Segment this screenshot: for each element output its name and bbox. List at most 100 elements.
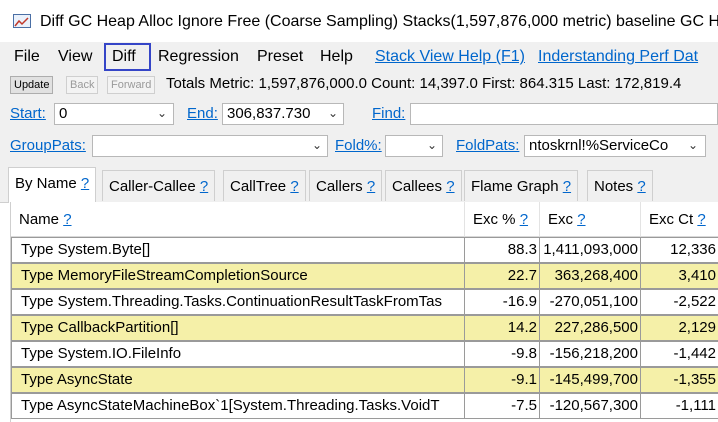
column-header-exc[interactable]: Exc ? — [540, 202, 641, 237]
help-link[interactable]: ? — [697, 211, 705, 228]
foldpats-dropdown-icon[interactable]: ⌄ — [688, 138, 698, 152]
back-button[interactable]: Back — [66, 76, 99, 94]
tab-calltree[interactable]: CallTree ? — [223, 170, 306, 201]
start-dropdown-icon[interactable]: ⌄ — [157, 106, 167, 120]
table-row[interactable]: Type System.IO.FileInfo -9.8 -156,218,20… — [11, 341, 718, 367]
find-input[interactable] — [410, 103, 718, 125]
cell-exc[interactable]: -270,051,100 — [540, 289, 641, 315]
cell-exc-pct[interactable]: -9.1 — [465, 367, 540, 393]
grid-header: Name ? Exc % ? Exc ? Exc Ct ? — [11, 202, 718, 237]
cell-exc[interactable]: 1,411,093,000 — [540, 237, 641, 263]
grouppats-label[interactable]: GroupPats: — [10, 137, 86, 154]
help-link[interactable]: ? — [563, 178, 571, 195]
window-title: Diff GC Heap Alloc Ignore Free (Coarse S… — [40, 13, 718, 30]
foldpats-input[interactable]: ntoskrnl!%ServiceCo — [524, 135, 706, 157]
cell-name[interactable]: Type System.IO.FileInfo — [11, 341, 465, 367]
understanding-perf-data-link[interactable]: Inderstanding Perf Dat — [538, 48, 698, 66]
cell-name[interactable]: Type System.Byte[] — [11, 237, 465, 263]
start-input[interactable]: 0 — [54, 103, 174, 125]
cell-exc[interactable]: -156,218,200 — [540, 341, 641, 367]
cell-name[interactable]: Type CallbackPartition[] — [11, 315, 465, 341]
foldpats-label[interactable]: FoldPats: — [456, 137, 519, 154]
menu-help[interactable]: Help — [320, 48, 353, 66]
help-link[interactable]: ? — [637, 178, 645, 195]
cell-exc-ct[interactable]: -1,442 — [641, 341, 718, 367]
help-link[interactable]: ? — [81, 175, 89, 192]
help-link[interactable]: ? — [200, 178, 208, 195]
end-input[interactable]: 306,837.730 — [222, 103, 344, 125]
cell-exc[interactable]: -120,567,300 — [540, 393, 641, 419]
menu-preset[interactable]: Preset — [257, 48, 303, 66]
cell-name[interactable]: Type AsyncState — [11, 367, 465, 393]
start-label[interactable]: Start: — [10, 105, 46, 122]
column-label: Exc — [548, 211, 574, 228]
table-row[interactable]: Type CallbackPartition[] 14.2 227,286,50… — [11, 315, 718, 341]
menu-file[interactable]: File — [14, 48, 40, 66]
column-header-name[interactable]: Name ? — [11, 202, 465, 237]
end-dropdown-icon[interactable]: ⌄ — [328, 106, 338, 120]
fold-percent-label[interactable]: Fold%: — [335, 137, 382, 154]
table-row[interactable]: Type System.Threading.Tasks.Continuation… — [11, 289, 718, 315]
table-row[interactable]: Type AsyncState -9.1 -145,499,700 -1,355 — [11, 367, 718, 393]
title-bar: Diff GC Heap Alloc Ignore Free (Coarse S… — [0, 0, 718, 42]
help-link[interactable]: ? — [290, 178, 298, 195]
find-label[interactable]: Find: — [372, 105, 405, 122]
cell-exc-pct[interactable]: 88.3 — [465, 237, 540, 263]
cell-exc-pct[interactable]: -16.9 — [465, 289, 540, 315]
help-link[interactable]: ? — [577, 211, 585, 228]
tab-callees[interactable]: Callees ? — [385, 170, 462, 201]
column-header-exc-ct[interactable]: Exc Ct ? — [641, 202, 718, 237]
cell-name[interactable]: Type AsyncStateMachineBox`1[System.Threa… — [11, 393, 465, 419]
menu-regression[interactable]: Regression — [158, 48, 239, 66]
cell-exc-ct[interactable]: -1,111 — [641, 393, 718, 419]
table-row[interactable]: Type AsyncStateMachineBox`1[System.Threa… — [11, 393, 718, 419]
cell-exc-ct[interactable]: 2,129 — [641, 315, 718, 341]
tab-label: Callers — [316, 178, 363, 195]
forward-button[interactable]: Forward — [107, 76, 156, 94]
help-link[interactable]: ? — [446, 178, 454, 195]
tab-label: Callees — [392, 178, 443, 195]
tab-flame-graph[interactable]: Flame Graph ? — [464, 170, 579, 201]
cell-exc-ct[interactable]: 3,410 — [641, 263, 718, 289]
cell-name[interactable]: Type MemoryFileStreamCompletionSource — [11, 263, 465, 289]
update-button[interactable]: Update — [10, 76, 54, 94]
diff-highlight-outline — [104, 43, 151, 71]
help-link[interactable]: ? — [367, 178, 375, 195]
cell-exc-pct[interactable]: -7.5 — [465, 393, 540, 419]
help-link[interactable]: ? — [520, 211, 528, 228]
cell-name[interactable]: Type System.Threading.Tasks.Continuation… — [11, 289, 465, 315]
tab-caller-callee[interactable]: Caller-Callee ? — [102, 170, 216, 201]
cell-exc-ct[interactable]: -2,522 — [641, 289, 718, 315]
column-label: Exc Ct — [649, 211, 694, 228]
tab-label: CallTree — [230, 178, 287, 195]
grouping-row: GroupPats: ⌄ Fold%: ⌄ FoldPats: ntoskrnl… — [0, 130, 718, 162]
grouppats-dropdown-icon[interactable]: ⌄ — [312, 138, 322, 152]
app-chart-icon — [13, 14, 31, 28]
cell-exc-ct[interactable]: -1,355 — [641, 367, 718, 393]
totals-metric-text: Totals Metric: 1,597,876,000.0 Count: 14… — [166, 75, 682, 92]
cell-exc-pct[interactable]: 14.2 — [465, 315, 540, 341]
tab-bar: By Name ? Caller-Callee ? CallTree ? Cal… — [0, 162, 718, 203]
table-row[interactable]: Type MemoryFileStreamCompletionSource 22… — [11, 263, 718, 289]
cell-exc[interactable]: 363,268,400 — [540, 263, 641, 289]
grouppats-input[interactable] — [92, 135, 328, 157]
fold-percent-dropdown-icon[interactable]: ⌄ — [427, 138, 437, 152]
cell-exc-ct[interactable]: 12,336 — [641, 237, 718, 263]
tab-by-name[interactable]: By Name ? — [8, 167, 97, 203]
help-link[interactable]: ? — [63, 211, 71, 228]
cell-exc[interactable]: -145,499,700 — [540, 367, 641, 393]
tab-callers[interactable]: Callers ? — [309, 170, 383, 201]
tab-label: Notes — [594, 178, 634, 195]
column-label: Name — [19, 211, 60, 228]
cell-exc[interactable]: 227,286,500 — [540, 315, 641, 341]
cell-exc-pct[interactable]: 22.7 — [465, 263, 540, 289]
column-header-exc-pct[interactable]: Exc % ? — [465, 202, 540, 237]
menu-view[interactable]: View — [58, 48, 92, 66]
cell-exc-pct[interactable]: -9.8 — [465, 341, 540, 367]
stack-view-help-link[interactable]: Stack View Help (F1) — [375, 48, 525, 66]
end-label[interactable]: End: — [187, 105, 218, 122]
totals-toolbar: Update Back Forward Totals Metric: 1,597… — [0, 72, 718, 98]
tab-label: Caller-Callee — [109, 178, 196, 195]
table-row[interactable]: Type System.Byte[] 88.3 1,411,093,000 12… — [11, 237, 718, 263]
tab-notes[interactable]: Notes ? — [587, 170, 653, 201]
